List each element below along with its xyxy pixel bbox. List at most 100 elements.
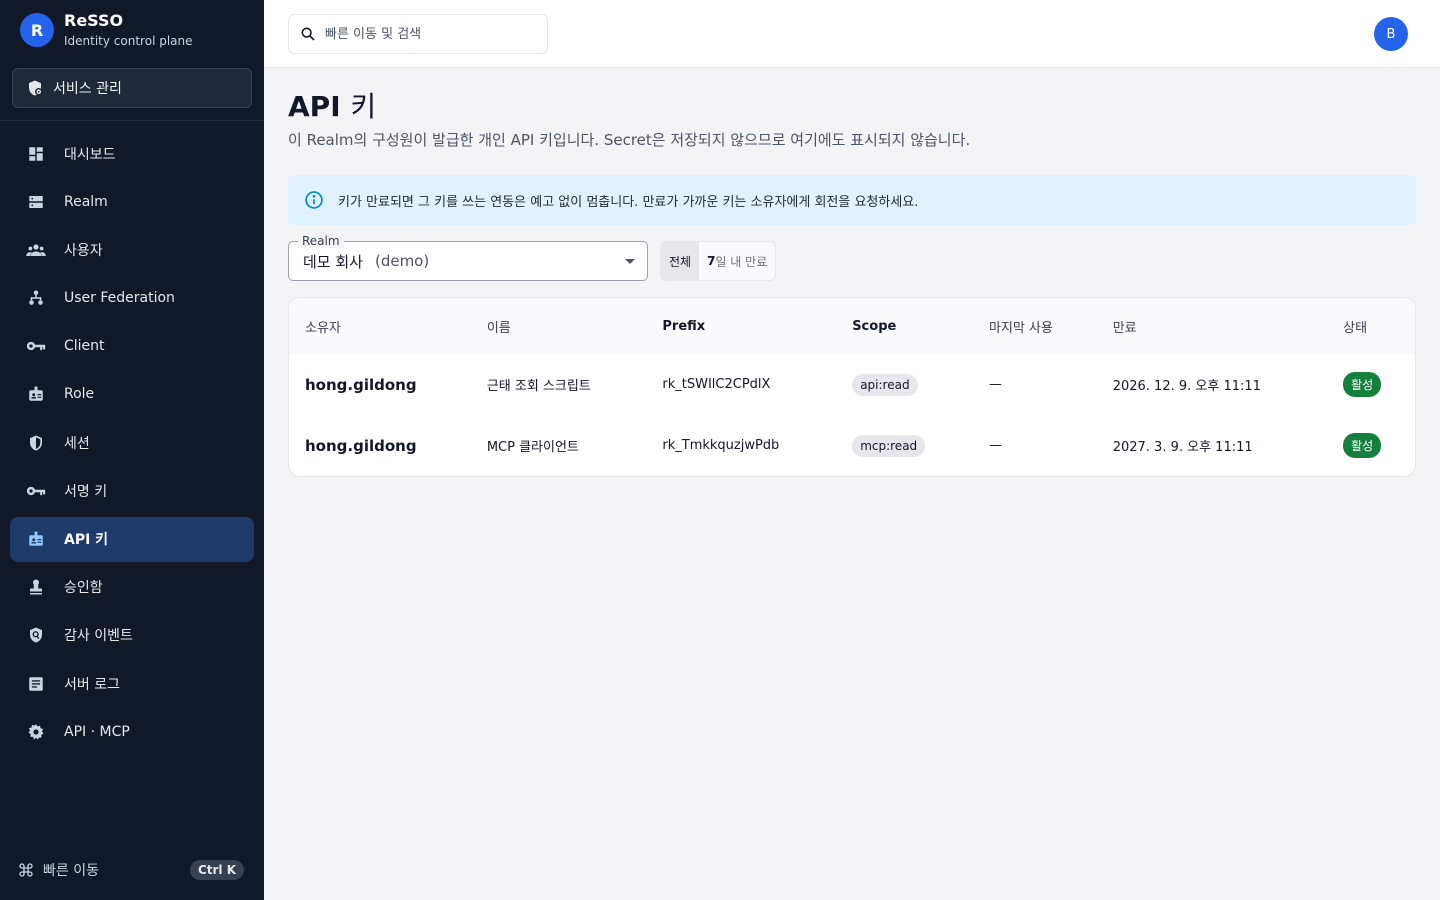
table-row[interactable]: hong.gildong 근태 조회 스크립트 rk_tSWIlC2CPdlX … bbox=[289, 354, 1415, 415]
cell-name: 근태 조회 스크립트 bbox=[486, 379, 591, 394]
realm-select-code: (demo) bbox=[374, 252, 430, 270]
cell-owner: hong.gildong bbox=[305, 436, 417, 455]
column-last-used[interactable]: 마지막 사용 bbox=[973, 298, 1097, 354]
cell-expires: 2027. 3. 9. 오후 11:11 bbox=[1112, 440, 1253, 455]
sidebar-item-label: 서버 로그 bbox=[64, 676, 120, 693]
api-keys-table: 소유자 이름 Prefix Scope 마지막 사용 만료 상태 hong.gi… bbox=[288, 297, 1416, 477]
main-content: API 키 이 Realm의 구성원이 발급한 개인 API 키입니다. Sec… bbox=[288, 68, 1416, 477]
dashboard-icon bbox=[29, 146, 43, 161]
status-badge: 활성 bbox=[1343, 372, 1382, 397]
gear-icon bbox=[28, 723, 44, 740]
column-owner[interactable]: 소유자 bbox=[289, 298, 471, 354]
cell-expires: 2026. 12. 9. 오후 11:11 bbox=[1112, 379, 1261, 394]
sidebar-item-label: Role bbox=[64, 386, 95, 403]
sidebar-item-api-mcp[interactable]: API · MCP bbox=[10, 709, 254, 754]
users-icon bbox=[26, 244, 46, 256]
shortcut-badge: Ctrl K bbox=[189, 860, 244, 880]
cell-last-used: — bbox=[989, 438, 1003, 453]
sidebar-item-role[interactable]: Role bbox=[10, 372, 254, 417]
sidebar-item-users[interactable]: 사용자 bbox=[10, 227, 254, 272]
sidebar-item-approvals[interactable]: 승인함 bbox=[10, 565, 254, 610]
cell-last-used: — bbox=[989, 377, 1003, 392]
hierarchy-icon bbox=[29, 290, 43, 305]
audit-icon bbox=[30, 627, 42, 643]
filter-expiring-label: 일 내 만료 bbox=[715, 254, 768, 269]
search-input[interactable] bbox=[325, 26, 525, 42]
caret-down-icon bbox=[625, 259, 635, 264]
badge-icon bbox=[29, 531, 43, 546]
table-row[interactable]: hong.gildong MCP 클라이언트 rk_TmkkquzjwPdb m… bbox=[289, 415, 1415, 476]
filter-expiring-button[interactable]: 7일 내 만료 bbox=[699, 242, 775, 280]
sidebar-item-sessions[interactable]: 세션 bbox=[10, 420, 254, 465]
info-icon bbox=[305, 191, 323, 209]
column-name[interactable]: 이름 bbox=[471, 298, 647, 354]
server-icon bbox=[29, 195, 43, 208]
sidebar-item-label: 대시보드 bbox=[64, 146, 116, 163]
sidebar-item-label: Realm bbox=[64, 193, 108, 210]
status-badge: 활성 bbox=[1343, 433, 1382, 458]
brand[interactable]: R ReSSO Identity control plane bbox=[20, 12, 193, 48]
sidebar-divider bbox=[0, 120, 264, 121]
cell-prefix: rk_TmkkquzjwPdb bbox=[662, 438, 780, 453]
column-status[interactable]: 상태 bbox=[1327, 298, 1415, 354]
filter-expiring-days: 7 bbox=[707, 254, 716, 268]
sidebar-item-api-keys[interactable]: API 키 bbox=[10, 516, 254, 562]
sidebar-item-label: API 키 bbox=[64, 532, 109, 548]
brand-name: ReSSO bbox=[64, 11, 124, 30]
sidebar-item-audit-events[interactable]: 감사 이벤트 bbox=[10, 613, 254, 658]
page-title-prefix: API bbox=[288, 90, 341, 123]
sidebar-item-label: 사용자 bbox=[64, 242, 103, 259]
sidebar-item-label: 승인함 bbox=[64, 580, 103, 597]
realm-select-label: Realm bbox=[298, 234, 344, 248]
key-icon bbox=[26, 342, 46, 351]
column-expires[interactable]: 만료 bbox=[1097, 298, 1327, 354]
quick-jump-label: 빠른 이동 bbox=[43, 863, 99, 879]
sidebar-item-client[interactable]: Client bbox=[10, 324, 254, 369]
sidebar-item-label: User Federation bbox=[64, 290, 175, 307]
sidebar-item-signing-keys[interactable]: 서명 키 bbox=[10, 468, 254, 513]
sidebar-item-label: API · MCP bbox=[64, 723, 130, 740]
realm-select[interactable]: Realm 데모 회사 (demo) bbox=[288, 234, 648, 281]
brand-subtitle: Identity control plane bbox=[64, 34, 193, 48]
cell-prefix: rk_tSWIlC2CPdlX bbox=[662, 377, 771, 392]
avatar[interactable]: B bbox=[1374, 17, 1408, 51]
key-icon bbox=[26, 486, 46, 495]
service-management-label: 서비스 관리 bbox=[53, 81, 122, 97]
search-icon bbox=[301, 27, 315, 41]
cell-owner: hong.gildong bbox=[305, 375, 417, 394]
sidebar-item-label: Client bbox=[64, 338, 105, 355]
scope-chip: api:read bbox=[852, 373, 918, 396]
filter-all-button[interactable]: 전체 bbox=[661, 242, 700, 280]
sidebar-item-dashboard[interactable]: 대시보드 bbox=[10, 131, 254, 176]
approval-icon bbox=[30, 579, 42, 595]
shield-icon bbox=[30, 435, 42, 451]
sidebar-item-label: 세션 bbox=[64, 435, 90, 452]
sidebar-item-realm[interactable]: Realm bbox=[10, 179, 254, 224]
service-management-button[interactable]: 서비스 관리 bbox=[12, 68, 252, 108]
sidebar-nav: 대시보드 Realm 사용자 User Federation Client Ro… bbox=[10, 131, 254, 757]
sidebar-item-label: 감사 이벤트 bbox=[64, 628, 133, 645]
search-box[interactable] bbox=[288, 14, 548, 54]
sidebar: R ReSSO Identity control plane 서비스 관리 대시… bbox=[0, 0, 264, 900]
sidebar-item-label: 서명 키 bbox=[64, 483, 108, 500]
sidebar-item-user-federation[interactable]: User Federation bbox=[10, 276, 254, 321]
sidebar-item-server-logs[interactable]: 서버 로그 bbox=[10, 661, 254, 706]
column-scope[interactable]: Scope bbox=[836, 298, 973, 354]
page-title-suffix: 키 bbox=[350, 90, 377, 123]
badge-icon bbox=[29, 386, 43, 402]
column-prefix[interactable]: Prefix bbox=[646, 298, 836, 354]
table-header-row: 소유자 이름 Prefix Scope 마지막 사용 만료 상태 bbox=[289, 298, 1415, 354]
page-title: API 키 bbox=[288, 90, 1416, 124]
topbar: B bbox=[264, 0, 1440, 68]
quick-jump[interactable]: 빠른 이동 Ctrl K bbox=[18, 860, 244, 880]
command-icon bbox=[19, 863, 33, 877]
page-description: 이 Realm의 구성원이 발급한 개인 API 키입니다. Secret은 저… bbox=[288, 131, 971, 149]
brand-logo: R bbox=[20, 13, 54, 47]
shield-settings-icon bbox=[29, 80, 43, 96]
cell-name: MCP 클라이언트 bbox=[486, 440, 579, 455]
scope-chip: mcp:read bbox=[852, 434, 926, 457]
log-icon bbox=[29, 676, 43, 691]
info-alert: 키가 만료되면 그 키를 쓰는 연동은 예고 없이 멈춥니다. 만료가 가까운 … bbox=[288, 175, 1416, 225]
filter-bar: Realm 데모 회사 (demo) 전체 7일 내 만료 bbox=[288, 234, 1416, 281]
expiry-filter-toggle: 전체 7일 내 만료 bbox=[660, 241, 777, 281]
